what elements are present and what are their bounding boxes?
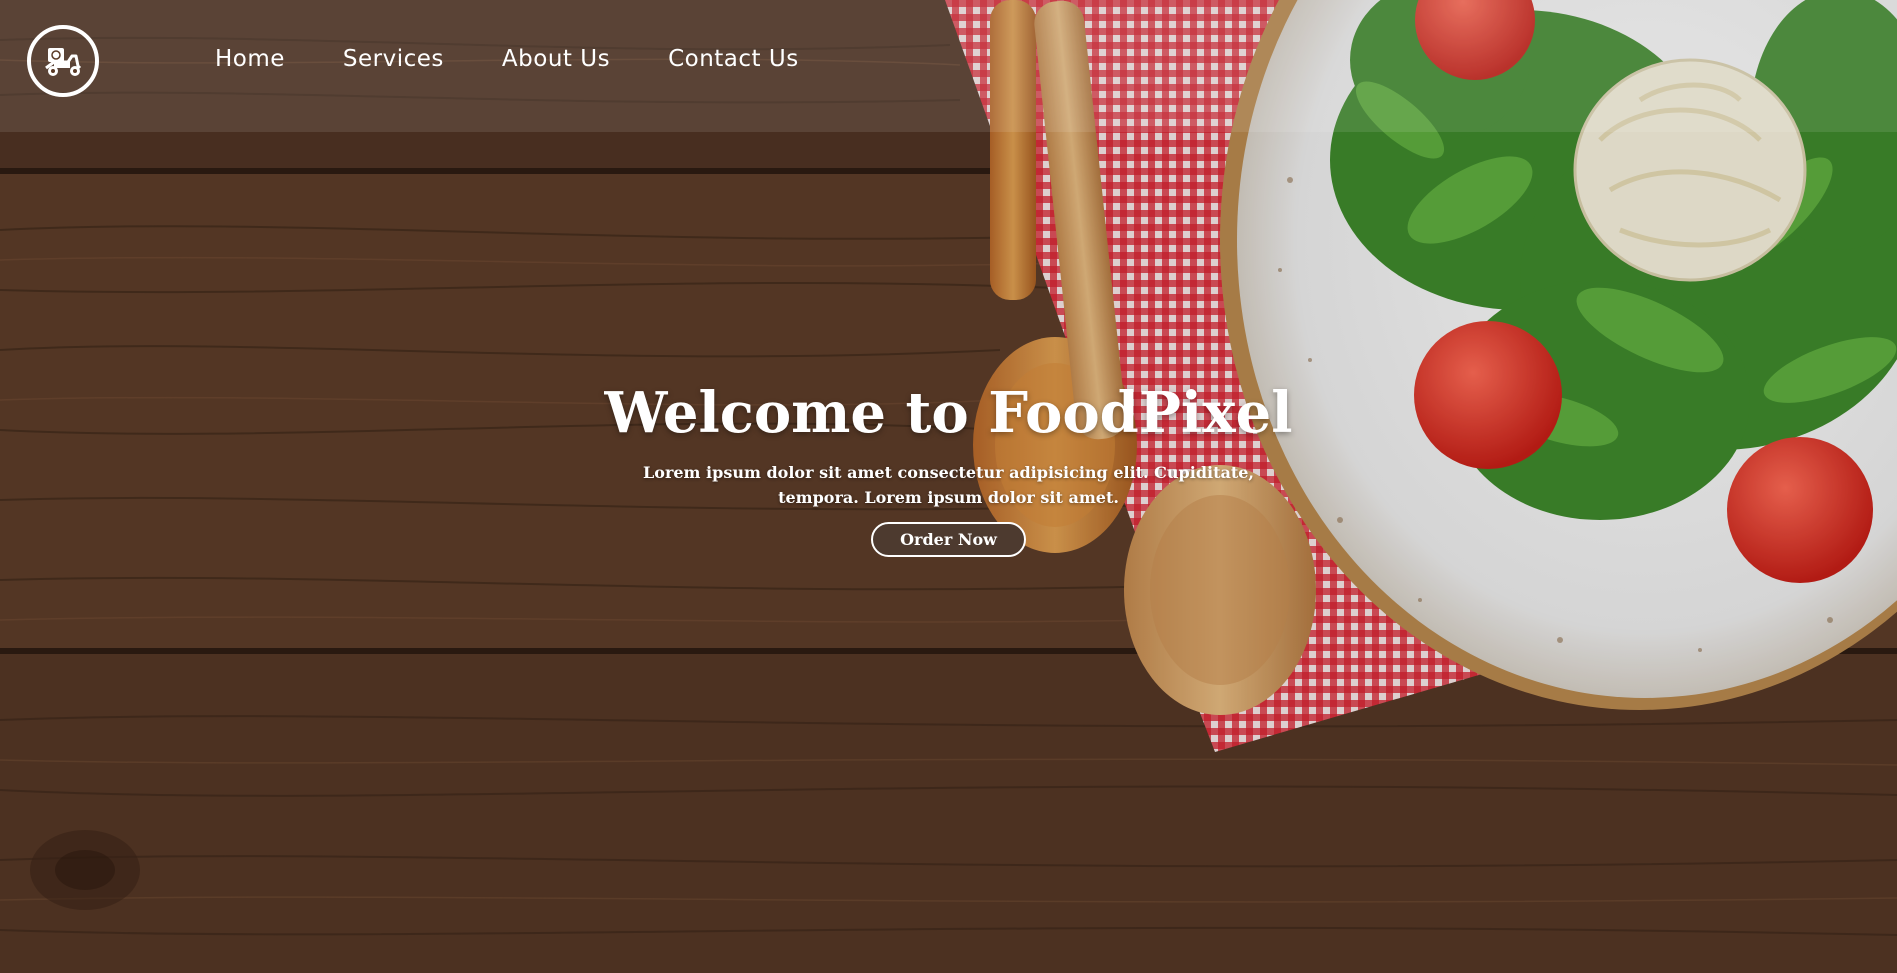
nav-contact-us-link[interactable]: Contact Us <box>668 46 799 72</box>
hero-content: Welcome to FoodPixel Lorem ipsum dolor s… <box>560 378 1337 557</box>
nav-about-us-link[interactable]: About Us <box>502 46 610 72</box>
nav-services-link[interactable]: Services <box>343 46 444 72</box>
brand-logo[interactable] <box>27 25 99 97</box>
delivery-scooter-icon <box>45 48 82 76</box>
hero-subtitle: Lorem ipsum dolor sit amet consectetur a… <box>643 463 1254 507</box>
hero-title: Welcome to FoodPixel <box>604 380 1293 446</box>
main-nav: Home Services About Us Contact Us <box>215 46 857 72</box>
nav-home-link[interactable]: Home <box>215 46 285 72</box>
order-now-button[interactable]: Order Now <box>871 522 1026 557</box>
